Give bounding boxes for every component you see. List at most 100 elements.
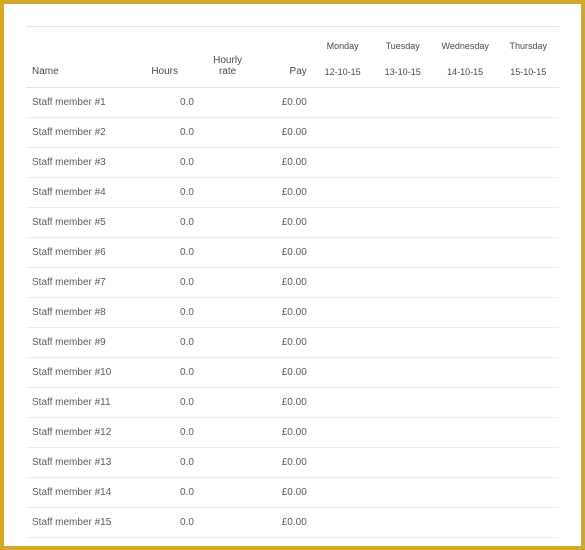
cell-day-thursday xyxy=(497,328,559,358)
table-row: Staff member #60.0£0.00 xyxy=(26,238,559,268)
cell-pay: £0.00 xyxy=(255,238,313,268)
table-header: Monday Tuesday Wednesday Thursday Name H… xyxy=(26,27,559,88)
cell-hours: 0.0 xyxy=(145,208,200,238)
cell-hours: 0.0 xyxy=(145,238,200,268)
cell-hours: 0.0 xyxy=(145,508,200,538)
table-row: Staff member #120.0£0.00 xyxy=(26,418,559,448)
table-row: Staff member #40.0£0.00 xyxy=(26,178,559,208)
cell-day-thursday xyxy=(497,508,559,538)
cell-day-wednesday xyxy=(433,448,498,478)
table-row: Staff member #150.0£0.00 xyxy=(26,508,559,538)
cell-rate xyxy=(200,268,255,298)
table-row: Staff member #140.0 £0.00 xyxy=(26,478,559,508)
cell-day-wednesday xyxy=(433,148,498,178)
cell-day-tuesday xyxy=(372,508,432,538)
cell-day-monday xyxy=(313,118,373,148)
cell-day-wednesday xyxy=(433,328,498,358)
table-row: Staff member #130.0£0.00 xyxy=(26,448,559,478)
cell-day-thursday xyxy=(497,268,559,298)
table-row: Staff member #90.0£0.00 xyxy=(26,328,559,358)
cell-day-monday xyxy=(313,268,373,298)
cell-day-monday xyxy=(313,178,373,208)
cell-name: Staff member #9 xyxy=(26,328,145,358)
header-date-thursday: 15-10-15 xyxy=(497,53,559,88)
cell-day-tuesday xyxy=(372,268,432,298)
cell-name: Staff member #4 xyxy=(26,178,145,208)
cell-name: Staff member #13 xyxy=(26,448,145,478)
cell-pay: £0.00 xyxy=(255,508,313,538)
cell-pay: £0.00 xyxy=(255,328,313,358)
cell-rate xyxy=(200,238,255,268)
cell-name: Staff member #3 xyxy=(26,148,145,178)
cell-rate xyxy=(200,88,255,118)
cell-day-tuesday xyxy=(372,148,432,178)
cell-hours: 0.0 xyxy=(145,358,200,388)
cell-day-wednesday xyxy=(433,388,498,418)
table-row: Staff member #110.0£0.00 xyxy=(26,388,559,418)
cell-day-tuesday xyxy=(372,478,432,508)
cell-name: Staff member #10 xyxy=(26,358,145,388)
header-date-tuesday: 13-10-15 xyxy=(372,53,432,88)
cell-day-wednesday xyxy=(433,208,498,238)
cell-day-thursday xyxy=(497,298,559,328)
cell-pay: £0.00 xyxy=(255,448,313,478)
cell-day-thursday xyxy=(497,238,559,268)
cell-hours: 0.0 xyxy=(145,118,200,148)
document-frame: Monday Tuesday Wednesday Thursday Name H… xyxy=(0,0,585,550)
cell-pay: £0.00 xyxy=(255,148,313,178)
cell-rate xyxy=(200,328,255,358)
staff-rota-table: Monday Tuesday Wednesday Thursday Name H… xyxy=(26,26,559,538)
cell-day-tuesday xyxy=(372,418,432,448)
cell-name: Staff member #11 xyxy=(26,388,145,418)
cell-day-tuesday xyxy=(372,88,432,118)
cell-day-thursday xyxy=(497,418,559,448)
cell-rate xyxy=(200,298,255,328)
table-body: Staff member #10.0£0.00Staff member #20.… xyxy=(26,88,559,538)
cell-pay: £0.00 xyxy=(255,418,313,448)
table-row: Staff member #30.0£0.00 xyxy=(26,148,559,178)
cell-day-thursday xyxy=(497,358,559,388)
cell-rate xyxy=(200,208,255,238)
cell-pay: £0.00 xyxy=(255,268,313,298)
cell-hours: 0.0 xyxy=(145,478,200,508)
cell-hours: 0.0 xyxy=(145,388,200,418)
cell-day-monday xyxy=(313,358,373,388)
header-day-thursday: Thursday xyxy=(497,27,559,54)
cell-day-thursday xyxy=(497,478,559,508)
cell-day-wednesday xyxy=(433,238,498,268)
cell-day-thursday xyxy=(497,208,559,238)
cell-day-monday xyxy=(313,508,373,538)
cell-day-wednesday xyxy=(433,508,498,538)
cell-rate xyxy=(200,118,255,148)
cell-day-monday xyxy=(313,478,373,508)
cell-day-thursday xyxy=(497,448,559,478)
cell-day-tuesday xyxy=(372,178,432,208)
cell-day-thursday xyxy=(497,88,559,118)
cell-hours: 0.0 xyxy=(145,298,200,328)
cell-day-tuesday xyxy=(372,448,432,478)
header-date-monday: 12-10-15 xyxy=(313,53,373,88)
cell-day-tuesday xyxy=(372,388,432,418)
cell-pay: £0.00 xyxy=(255,478,313,508)
cell-day-wednesday xyxy=(433,418,498,448)
cell-rate xyxy=(200,358,255,388)
cell-day-wednesday xyxy=(433,88,498,118)
cell-day-monday xyxy=(313,448,373,478)
cell-name: Staff member #14 xyxy=(26,478,145,508)
cell-day-wednesday xyxy=(433,298,498,328)
table-row: Staff member #80.0£0.00 xyxy=(26,298,559,328)
header-day-tuesday: Tuesday xyxy=(372,27,432,54)
cell-rate xyxy=(200,148,255,178)
cell-hours: 0.0 xyxy=(145,268,200,298)
header-date-wednesday: 14-10-15 xyxy=(433,53,498,88)
cell-day-monday xyxy=(313,298,373,328)
cell-rate xyxy=(200,178,255,208)
cell-rate xyxy=(200,508,255,538)
cell-day-wednesday xyxy=(433,478,498,508)
cell-hours: 0.0 xyxy=(145,178,200,208)
table-row: Staff member #20.0£0.00 xyxy=(26,118,559,148)
cell-day-monday xyxy=(313,88,373,118)
cell-rate xyxy=(200,448,255,478)
cell-day-wednesday xyxy=(433,358,498,388)
cell-day-monday xyxy=(313,238,373,268)
